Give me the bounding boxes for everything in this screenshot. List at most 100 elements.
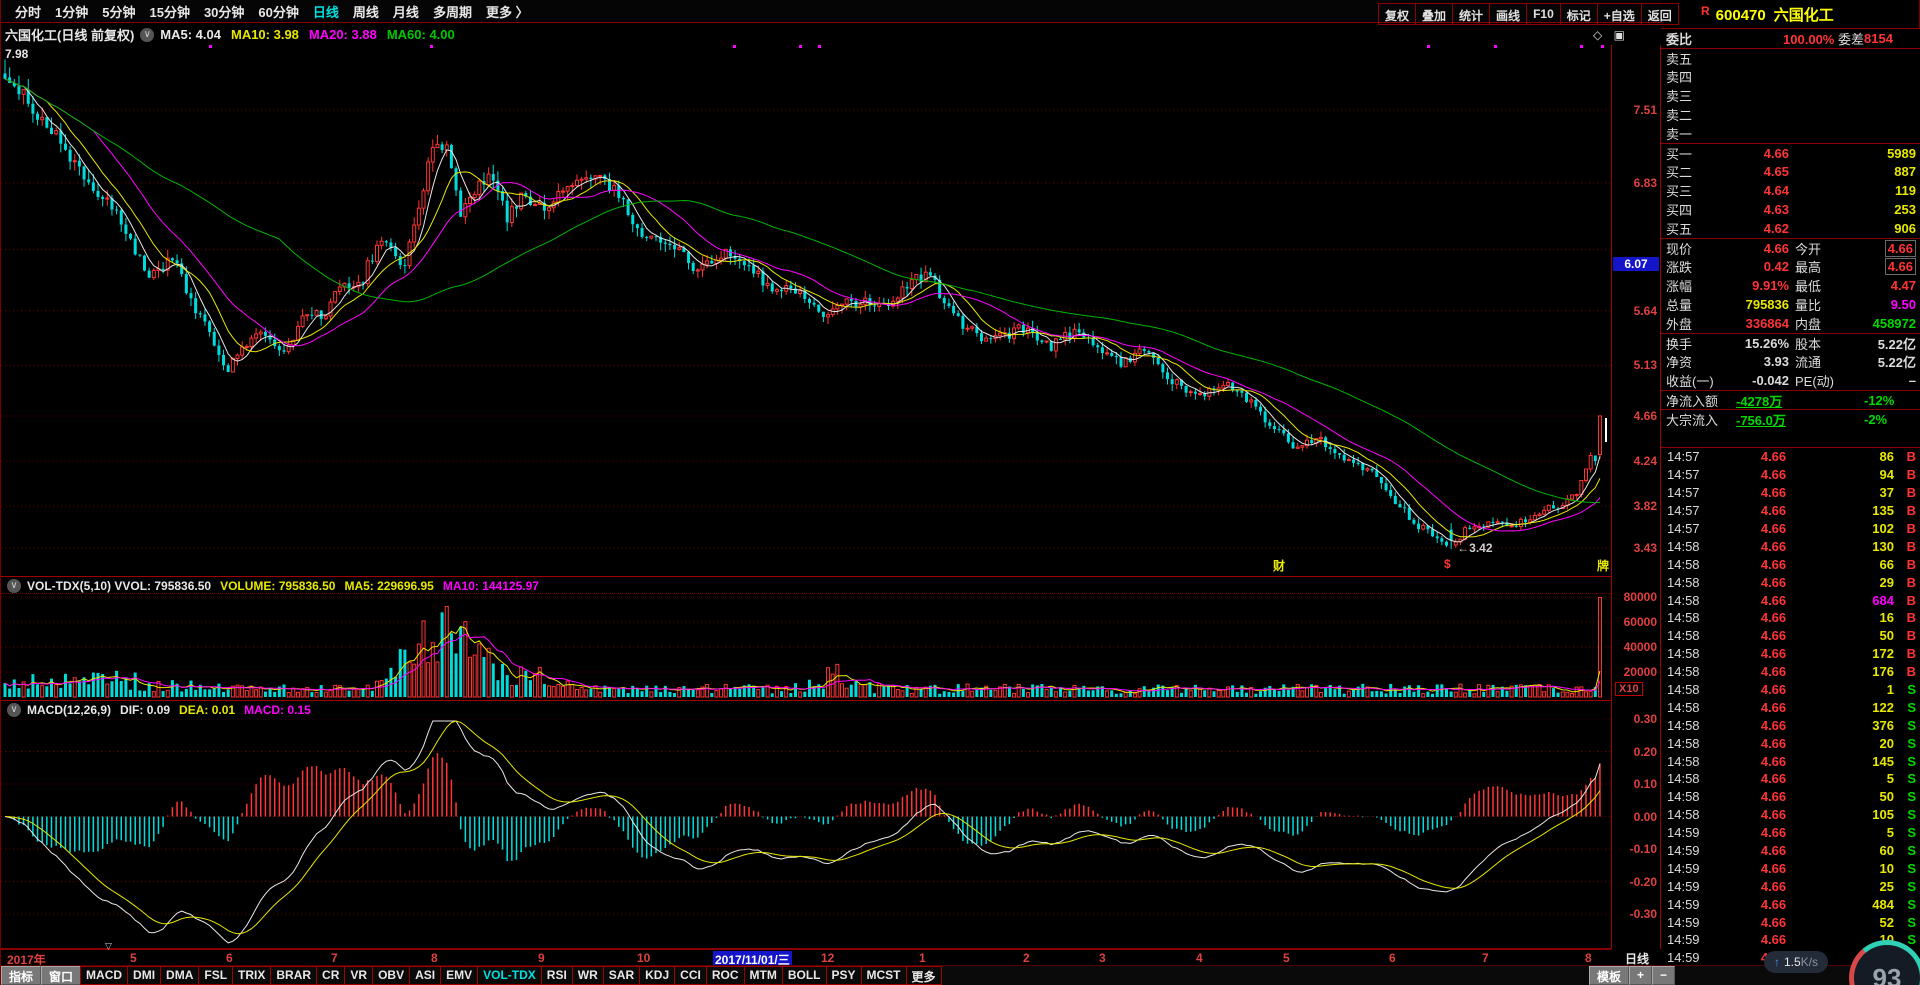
- event-dot: [1601, 45, 1604, 48]
- toolbar-button-统计[interactable]: 统计: [1452, 3, 1490, 25]
- scroll-position-marker[interactable]: ▽: [105, 941, 112, 952]
- toolbar-button-标记[interactable]: 标记: [1560, 3, 1598, 25]
- bottom-button-窗口[interactable]: 窗口: [41, 966, 81, 985]
- tick-row: 14:584.66105S: [1661, 806, 1920, 824]
- money-flow-row: 大宗流入-756.0万-2%: [1661, 409, 1920, 428]
- bid-level-2[interactable]: 买二4.65887: [1661, 162, 1920, 181]
- toolbar-button-叠加[interactable]: 叠加: [1415, 3, 1453, 25]
- indicator-tab-FSL[interactable]: FSL: [198, 966, 233, 985]
- bottom-button-指标[interactable]: 指标: [1, 966, 41, 985]
- macd-axis-label: 0.30: [1634, 712, 1657, 726]
- ask-level-2[interactable]: 卖二: [1661, 105, 1920, 124]
- collapse-chevron-icon[interactable]: ∨: [7, 703, 21, 717]
- period-tab-5分钟[interactable]: 5分钟: [102, 2, 135, 21]
- tick-row: 14:574.66102B: [1661, 520, 1920, 538]
- indicator-tab-CR[interactable]: CR: [316, 966, 345, 985]
- indicator-header-label: MACD: 0.15: [244, 703, 311, 717]
- period-tab-月线[interactable]: 月线: [393, 2, 419, 21]
- period-tab-日线[interactable]: 日线: [313, 2, 339, 21]
- collapse-chevron-icon[interactable]: ∨: [140, 28, 154, 42]
- macd-chart[interactable]: [1, 719, 1611, 949]
- toolbar-button-复权[interactable]: 复权: [1378, 3, 1416, 25]
- indicator-tab-BOLL[interactable]: BOLL: [782, 966, 827, 985]
- indicator-tab-WR[interactable]: WR: [572, 966, 604, 985]
- volume-unit-label: X10: [1615, 682, 1643, 696]
- tick-row: 14:594.6652S: [1661, 913, 1920, 931]
- tick-row: 14:574.6694B: [1661, 466, 1920, 484]
- fundamental-row: 换手15.26%股本5.22亿: [1661, 333, 1920, 352]
- macd-axis-label: -0.20: [1630, 875, 1657, 889]
- indicator-tab-BRAR[interactable]: BRAR: [270, 966, 317, 985]
- toolbar-button-画线[interactable]: 画线: [1489, 3, 1527, 25]
- date-axis-label: 8: [1585, 951, 1592, 965]
- indicator-tab-RSI[interactable]: RSI: [541, 966, 573, 985]
- ask-level-4[interactable]: 卖四: [1661, 67, 1920, 86]
- bid-level-5[interactable]: 买五4.62906: [1661, 219, 1920, 238]
- indicator-tab-VOL-TDX[interactable]: VOL-TDX: [477, 966, 542, 985]
- indicator-tab-EMV[interactable]: EMV: [440, 966, 478, 985]
- net-speed-unit: K/s: [1801, 955, 1818, 969]
- tick-row: 14:584.66684B: [1661, 591, 1920, 609]
- indicator-header-label: VOLUME: 795836.50: [220, 579, 335, 593]
- chart-corner-icons[interactable]: ◇ ▣: [1593, 28, 1629, 42]
- tick-list[interactable]: 14:574.6686B14:574.6694B14:574.6637B14:5…: [1661, 447, 1920, 966]
- event-dot: [1494, 45, 1497, 48]
- indicator-tab-MCST[interactable]: MCST: [861, 966, 907, 985]
- indicator-tab-ROC[interactable]: ROC: [706, 966, 745, 985]
- ma-label: MA10: 3.98: [231, 27, 299, 42]
- weibi-row: 委比100.00% 委差8154: [1661, 29, 1920, 48]
- ask-level-5[interactable]: 卖五: [1661, 48, 1920, 67]
- indicator-tab-DMA[interactable]: DMA: [160, 966, 199, 985]
- bottom-button-−[interactable]: −: [1652, 966, 1675, 985]
- indicator-tab-OBV[interactable]: OBV: [372, 966, 410, 985]
- tick-row: 14:584.66176B: [1661, 663, 1920, 681]
- collapse-chevron-icon[interactable]: ∨: [7, 579, 21, 593]
- indicator-tab-MACD[interactable]: MACD: [80, 966, 128, 985]
- period-tab-30分钟[interactable]: 30分钟: [204, 2, 244, 21]
- event-dot: [1427, 45, 1430, 48]
- toolbar-button-F10[interactable]: F10: [1526, 3, 1561, 25]
- indicator-tab-PSY[interactable]: PSY: [826, 966, 862, 985]
- quote-info-row: 总量795836量比9.50: [1661, 295, 1920, 314]
- bid-level-4[interactable]: 买四4.63253: [1661, 200, 1920, 219]
- indicator-tab-TRIX[interactable]: TRIX: [232, 966, 271, 985]
- period-tab-更多 〉[interactable]: 更多 〉: [486, 2, 529, 21]
- indicator-tab-SAR[interactable]: SAR: [603, 966, 640, 985]
- date-axis[interactable]: ▽ 2017年56789102017/11/01/三1212345678: [1, 949, 1611, 965]
- indicator-tab-DMI[interactable]: DMI: [127, 966, 161, 985]
- bottom-button-+[interactable]: +: [1629, 966, 1652, 985]
- indicator-tab-更多[interactable]: 更多: [906, 966, 942, 985]
- indicator-tab-bar: 指标窗口MACDDMIDMAFSLTRIXBRARCRVROBVASIEMVVO…: [1, 965, 1920, 985]
- tick-row: 14:574.6686B: [1661, 448, 1920, 466]
- indicator-tab-CCI[interactable]: CCI: [674, 966, 707, 985]
- volume-chart[interactable]: [1, 595, 1611, 701]
- period-tab-多周期[interactable]: 多周期: [433, 2, 472, 21]
- period-tab-周线[interactable]: 周线: [353, 2, 379, 21]
- period-tab-1分钟[interactable]: 1分钟: [55, 2, 88, 21]
- indicator-tab-KDJ[interactable]: KDJ: [639, 966, 675, 985]
- toolbar-button-+自选[interactable]: +自选: [1597, 3, 1642, 25]
- period-tab-60分钟[interactable]: 60分钟: [258, 2, 298, 21]
- bottom-button-template[interactable]: 模板: [1589, 966, 1629, 985]
- period-tab-分时[interactable]: 分时: [15, 2, 41, 21]
- axis-period-label: 日线: [1613, 950, 1661, 965]
- event-dot: [1580, 45, 1583, 48]
- ask-level-1[interactable]: 卖一: [1661, 124, 1920, 143]
- bid-level-1[interactable]: 买一4.665989: [1661, 143, 1920, 162]
- tick-row: 14:584.6666B: [1661, 555, 1920, 573]
- tick-row: 14:584.661S: [1661, 681, 1920, 699]
- bid-level-3[interactable]: 买三4.64119: [1661, 181, 1920, 200]
- indicator-tab-MTM[interactable]: MTM: [744, 966, 783, 985]
- candlestick-chart[interactable]: 7.98←3.42财$牌: [1, 45, 1611, 577]
- tick-row: 14:584.66130B: [1661, 537, 1920, 555]
- tick-row: 14:584.66122S: [1661, 698, 1920, 716]
- indicator-tab-ASI[interactable]: ASI: [409, 966, 441, 985]
- toolbar-button-返回[interactable]: 返回: [1641, 3, 1679, 25]
- indicator-header-label: VOL-TDX(5,10) VVOL: 795836.50: [27, 579, 211, 593]
- ask-level-3[interactable]: 卖三: [1661, 86, 1920, 105]
- period-tab-15分钟[interactable]: 15分钟: [149, 2, 189, 21]
- event-marker: $: [1444, 557, 1451, 571]
- event-dot: [209, 45, 212, 48]
- indicator-tab-VR[interactable]: VR: [344, 966, 373, 985]
- tick-row: 14:584.6650S: [1661, 788, 1920, 806]
